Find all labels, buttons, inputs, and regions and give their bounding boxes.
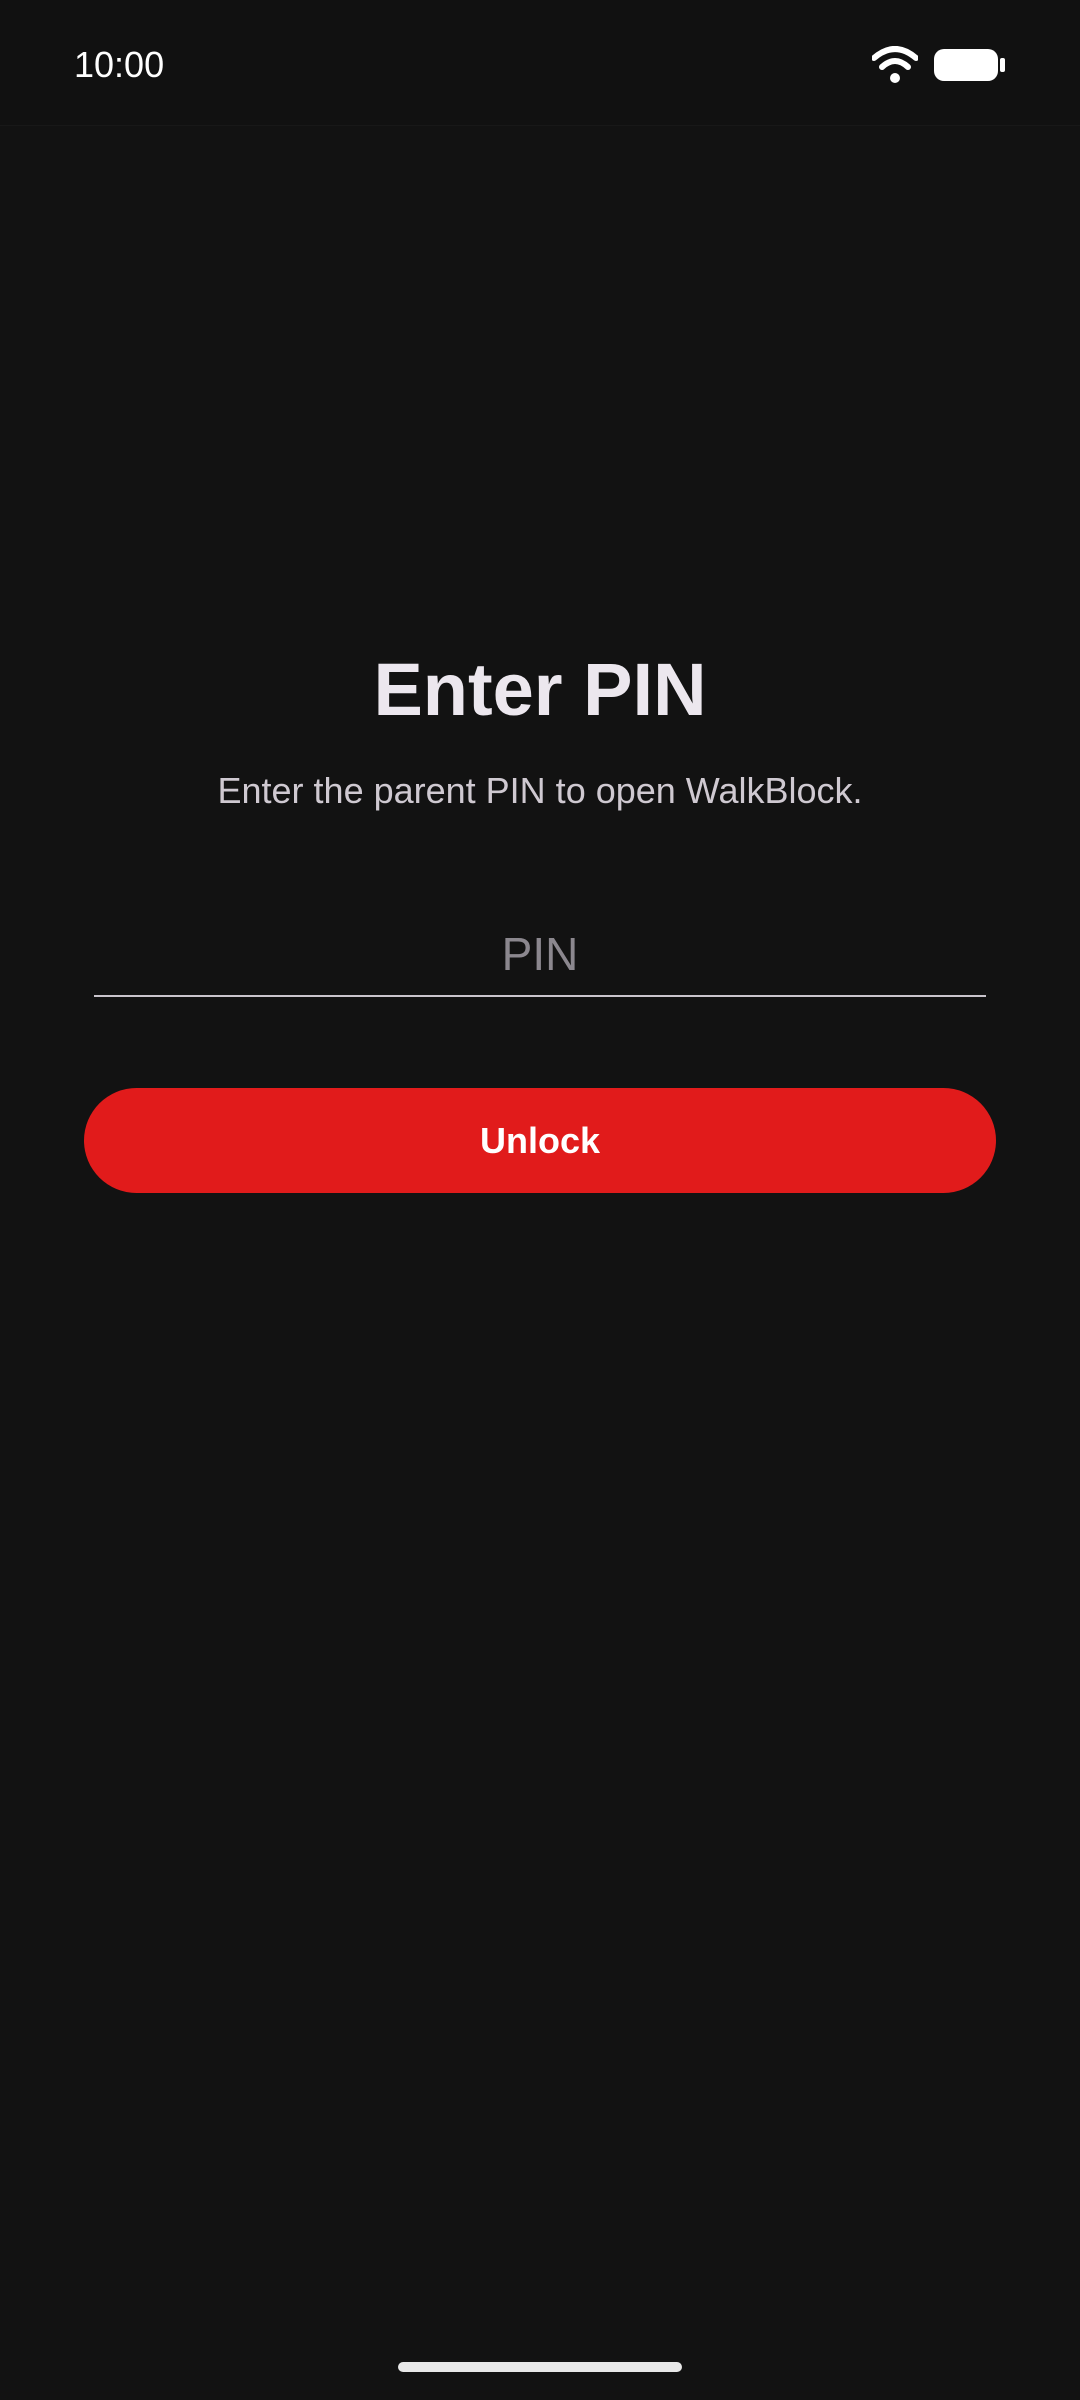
home-indicator[interactable]	[398, 2362, 682, 2372]
pin-field	[94, 915, 986, 997]
pin-input[interactable]	[94, 915, 986, 993]
page-title: Enter PIN	[373, 648, 707, 731]
page-subtitle: Enter the parent PIN to open WalkBlock.	[217, 770, 863, 811]
unlock-button[interactable]: Unlock	[84, 1088, 996, 1193]
battery-icon	[934, 47, 1006, 83]
status-icons	[872, 44, 1006, 86]
wifi-icon	[872, 46, 918, 84]
status-bar: 10:00	[0, 0, 1080, 126]
status-time: 10:00	[74, 44, 165, 85]
